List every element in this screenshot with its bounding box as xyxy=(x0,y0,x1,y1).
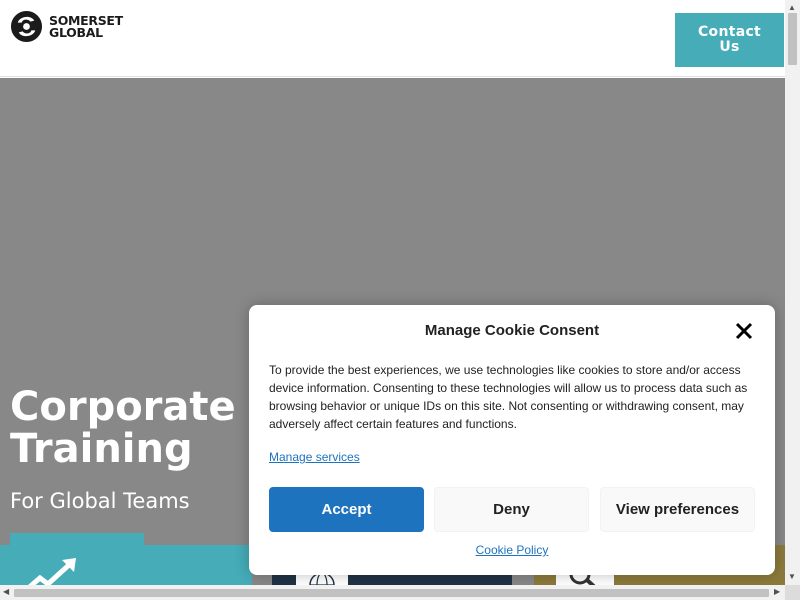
vertical-scrollbar-thumb[interactable] xyxy=(788,13,797,65)
somerset-global-logo-icon xyxy=(10,10,43,43)
contact-us-label: Contact Us xyxy=(697,24,762,55)
vertical-scrollbar[interactable]: ▲ ▼ xyxy=(785,0,800,585)
deny-button[interactable]: Deny xyxy=(434,487,589,532)
site-header: SOMERSET GLOBAL Contact Us xyxy=(0,0,785,77)
accept-button[interactable]: Accept xyxy=(269,487,424,532)
logo-text: SOMERSET GLOBAL xyxy=(49,14,123,40)
scroll-up-arrow-icon[interactable]: ▲ xyxy=(788,3,796,12)
cookie-consent-dialog: Manage Cookie Consent To provide the bes… xyxy=(249,305,775,575)
scrollbar-corner xyxy=(785,585,800,600)
trend-up-chart-icon xyxy=(24,558,76,588)
horizontal-scrollbar[interactable]: ◀ ▶ xyxy=(0,585,785,600)
site-logo[interactable]: SOMERSET GLOBAL xyxy=(10,10,123,43)
close-icon[interactable] xyxy=(735,322,753,340)
contact-us-button[interactable]: Contact Us xyxy=(675,13,784,67)
horizontal-scrollbar-thumb[interactable] xyxy=(14,589,769,597)
view-preferences-button[interactable]: View preferences xyxy=(600,487,755,532)
manage-services-link[interactable]: Manage services xyxy=(269,450,360,464)
cookie-policy-link[interactable]: Cookie Policy xyxy=(249,543,775,557)
logo-line-2: GLOBAL xyxy=(49,24,103,40)
scroll-right-arrow-icon[interactable]: ▶ xyxy=(774,587,780,596)
cookie-dialog-title: Manage Cookie Consent xyxy=(424,322,600,339)
scroll-down-arrow-icon[interactable]: ▼ xyxy=(788,572,796,581)
cookie-dialog-body: To provide the best experiences, we use … xyxy=(269,363,748,431)
scroll-left-arrow-icon[interactable]: ◀ xyxy=(3,587,9,596)
hero-subtitle: For Global Teams xyxy=(10,489,190,513)
